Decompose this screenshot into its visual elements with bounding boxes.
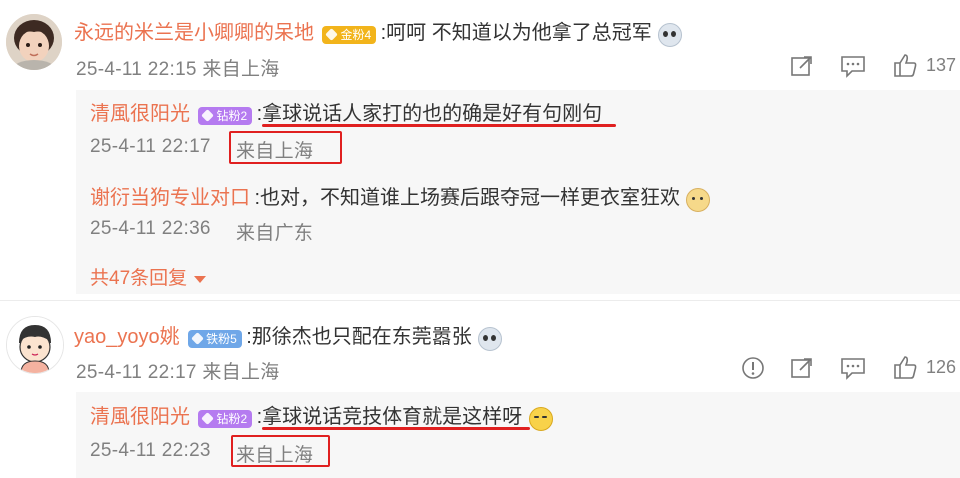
surprised-emoji-icon bbox=[658, 22, 683, 47]
highlight-underline bbox=[262, 124, 616, 127]
comment-meta: 25-4-11 22:15 来自上海 bbox=[76, 59, 280, 80]
reply-header: 清風很阳光 钻粉2 :拿球说话人家打的也的确是好有句刚句 bbox=[90, 97, 602, 126]
fan-badge[interactable]: 金粉4 bbox=[322, 25, 377, 44]
caret-down-icon[interactable] bbox=[193, 276, 206, 284]
comment-meta: 25-4-11 22:17 来自上海 bbox=[76, 362, 280, 383]
avatar[interactable] bbox=[6, 316, 64, 374]
surprised-emoji-icon bbox=[478, 326, 503, 351]
comment-icon[interactable] bbox=[840, 356, 866, 385]
divider bbox=[0, 300, 960, 301]
reply-header: 谢衍当狗专业对口 :也对，不知道谁上场赛后跟夺冠一样更衣室狂欢 bbox=[90, 181, 711, 212]
like-count: 126 bbox=[926, 357, 957, 377]
comment-text: :呵呵 不知道以为他拿了总冠军 bbox=[380, 22, 652, 44]
fan-badge[interactable]: 钻粉2 bbox=[198, 409, 253, 428]
like-count: 137 bbox=[926, 55, 957, 75]
reply-location: 来自广东 bbox=[236, 223, 314, 244]
reply-location: 来自上海 bbox=[236, 445, 314, 466]
reply-username[interactable]: 清風很阳光 bbox=[90, 406, 190, 428]
like-icon[interactable] bbox=[892, 52, 918, 83]
report-icon[interactable] bbox=[741, 356, 765, 385]
reply-username[interactable]: 清風很阳光 bbox=[90, 103, 190, 125]
fan-badge[interactable]: 钻粉2 bbox=[198, 106, 253, 125]
reply-text: :拿球说话人家打的也的确是好有句刚句 bbox=[256, 103, 603, 125]
cartoon-avatar-image bbox=[7, 317, 63, 373]
username[interactable]: yao_yoyo姚 bbox=[74, 326, 180, 348]
reply-location: 来自上海 bbox=[236, 141, 314, 162]
comment-icon[interactable] bbox=[840, 54, 866, 83]
dog-emoji-icon bbox=[686, 187, 711, 212]
reply-username[interactable]: 谢衍当狗专业对口 bbox=[90, 187, 250, 209]
fan-badge[interactable]: 铁粉5 bbox=[188, 329, 242, 348]
share-icon[interactable] bbox=[790, 54, 814, 83]
comment-header: yao_yoyo姚 铁粉5 :那徐杰也只配在东莞嚣张 bbox=[74, 320, 503, 351]
highlight-underline bbox=[262, 427, 530, 430]
share-icon[interactable] bbox=[790, 356, 814, 385]
more-replies-link[interactable]: 共47条回复 bbox=[90, 263, 206, 290]
reply-text: :拿球说话竞技体育就是这样呀 bbox=[256, 406, 523, 428]
reply-text: :也对，不知道谁上场赛后跟夺冠一样更衣室狂欢 bbox=[254, 187, 681, 209]
reply-time: 25-4-11 22:23 bbox=[90, 440, 211, 461]
reply-time: 25-4-11 22:36 bbox=[90, 218, 211, 239]
comment-header: 永远的米兰是小卿卿的呆地 金粉4 :呵呵 不知道以为他拿了总冠军 bbox=[74, 16, 683, 47]
reply-time: 25-4-11 22:17 bbox=[90, 136, 211, 157]
comment-text: :那徐杰也只配在东莞嚣张 bbox=[246, 326, 472, 348]
like-icon[interactable] bbox=[892, 354, 918, 385]
username[interactable]: 永远的米兰是小卿卿的呆地 bbox=[74, 22, 314, 44]
child-avatar-image bbox=[6, 14, 62, 70]
avatar[interactable] bbox=[6, 14, 62, 70]
more-replies-label[interactable]: 共47条回复 bbox=[90, 268, 187, 289]
laughing-crying-emoji-icon bbox=[528, 406, 553, 431]
